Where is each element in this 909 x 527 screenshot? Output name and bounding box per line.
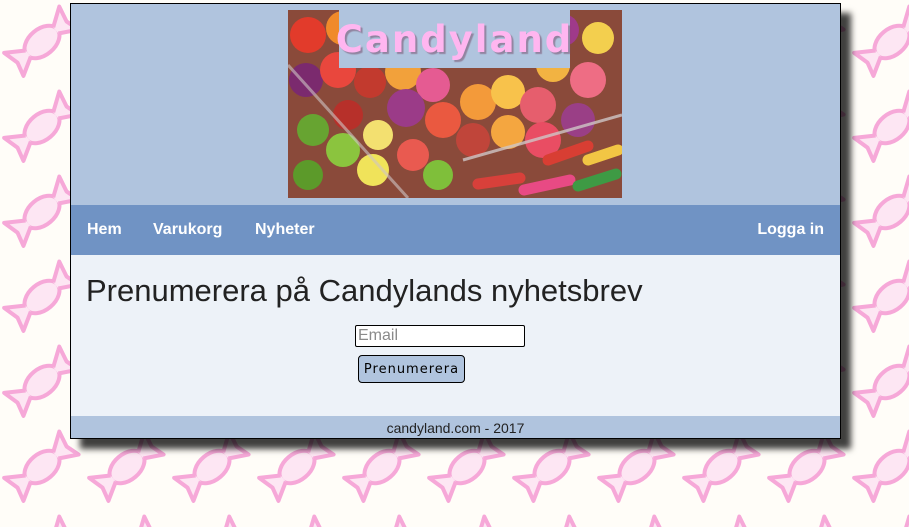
main-navigation: Hem Varukorg Nyheter Logga in <box>71 205 840 255</box>
site-header: Candyland <box>71 4 840 205</box>
site-footer: candyland.com - 2017 <box>71 416 840 438</box>
newsletter-section: Prenumerera på Candylands nyhetsbrev Pre… <box>71 255 840 416</box>
nav-cart-link[interactable]: Varukorg <box>153 205 222 255</box>
nav-login-link[interactable]: Logga in <box>757 205 824 255</box>
nav-home-link[interactable]: Hem <box>87 205 122 255</box>
site-logo-text: Candyland <box>336 10 571 68</box>
email-input[interactable] <box>355 325 525 347</box>
subscribe-button[interactable]: Prenumerera <box>358 355 465 383</box>
nav-news-link[interactable]: Nyheter <box>255 205 315 255</box>
newsletter-heading: Prenumerera på Candylands nyhetsbrev <box>86 273 643 308</box>
page-container: Candyland Hem Varukorg Nyheter Logga in … <box>70 3 841 439</box>
